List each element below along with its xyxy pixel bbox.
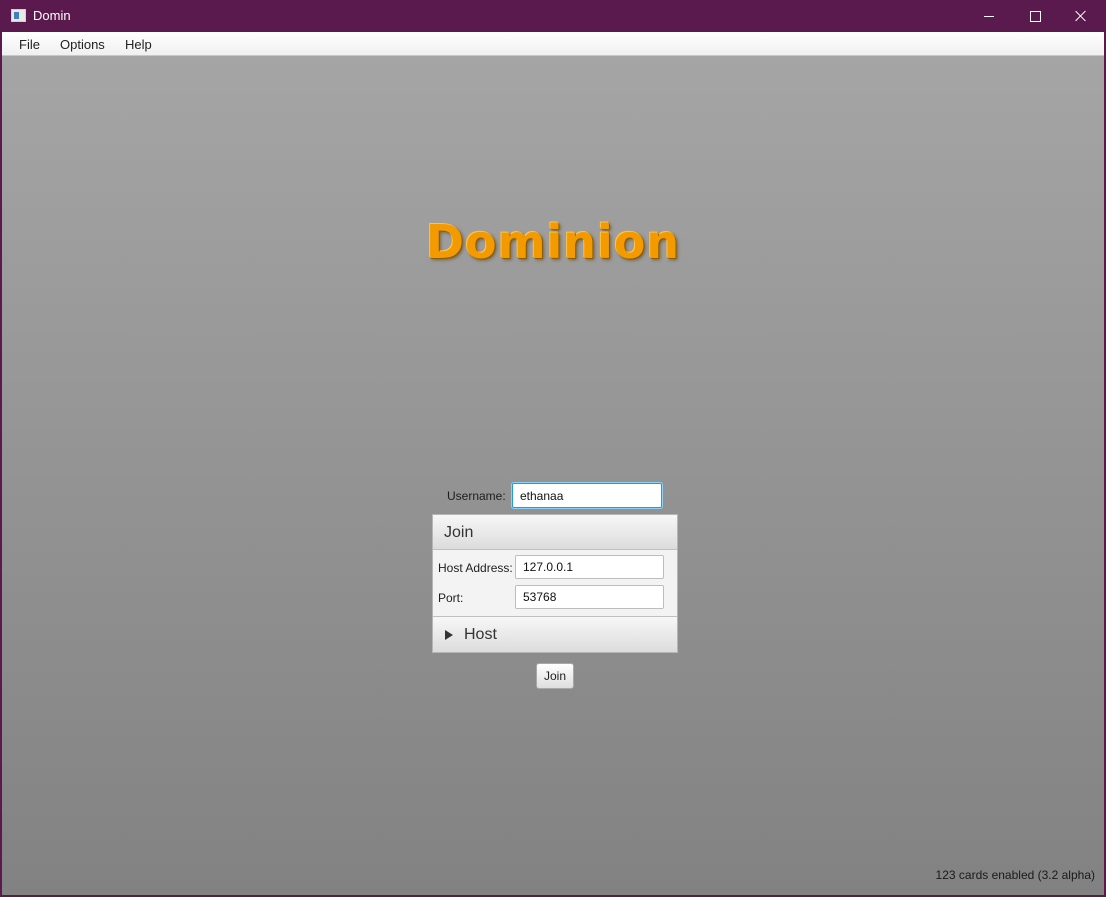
- host-address-input[interactable]: [515, 555, 664, 579]
- menu-bar: File Options Help: [2, 32, 1104, 56]
- window-title: Domin: [33, 8, 71, 23]
- username-input[interactable]: [512, 483, 662, 508]
- join-pane-header[interactable]: Join: [433, 515, 677, 550]
- main-content: Dominion Username: Join Host Address: Po…: [2, 56, 1104, 895]
- host-pane-header[interactable]: Host: [433, 616, 677, 652]
- maximize-icon: [1029, 10, 1041, 22]
- port-label: Port:: [438, 591, 464, 605]
- close-icon: [1075, 10, 1087, 22]
- connection-accordion: Join Host Address: Port: Host: [432, 514, 678, 653]
- join-pane-body: Host Address: Port:: [433, 550, 677, 616]
- app-window: Domin File Options Help Dominion Usernam…: [0, 0, 1106, 897]
- host-pane-title: Host: [464, 626, 497, 643]
- close-button[interactable]: [1058, 0, 1104, 32]
- dominion-logo: Dominion: [425, 215, 681, 269]
- app-icon: [11, 9, 26, 22]
- minimize-icon: [984, 15, 994, 17]
- host-address-label: Host Address:: [438, 561, 513, 575]
- maximize-button[interactable]: [1012, 0, 1058, 32]
- join-button[interactable]: Join: [536, 663, 574, 689]
- port-input[interactable]: [515, 585, 664, 609]
- menu-file[interactable]: File: [19, 37, 40, 52]
- menu-help[interactable]: Help: [125, 37, 152, 52]
- join-pane-title: Join: [444, 524, 474, 541]
- menu-options[interactable]: Options: [60, 37, 105, 52]
- username-label: Username:: [447, 489, 506, 503]
- minimize-button[interactable]: [966, 0, 1012, 32]
- status-text: 123 cards enabled (3.2 alpha): [935, 868, 1095, 882]
- triangle-right-icon: [445, 630, 453, 640]
- title-bar[interactable]: Domin: [2, 0, 1104, 32]
